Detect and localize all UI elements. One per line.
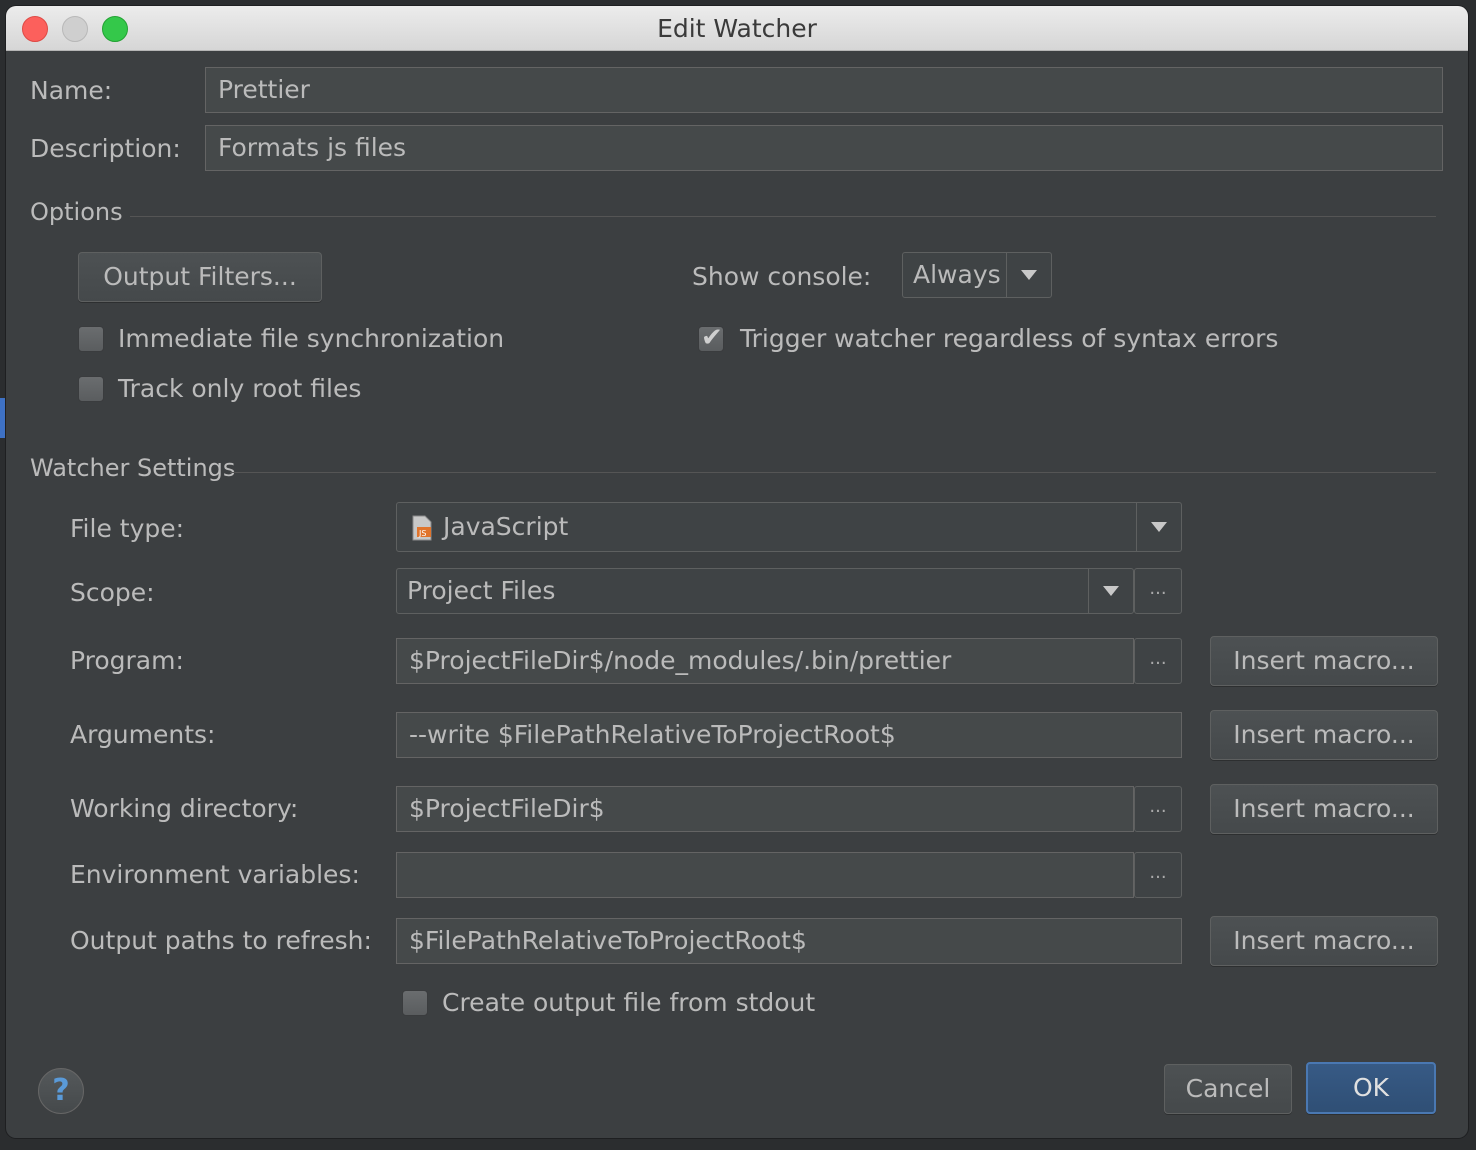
- show-console-value: Always: [913, 260, 1001, 289]
- svg-text:JS: JS: [418, 529, 426, 538]
- help-button[interactable]: ?: [38, 1068, 84, 1114]
- scope-label: Scope:: [70, 578, 155, 607]
- working-directory-insert-macro-button[interactable]: Insert macro...: [1210, 784, 1438, 834]
- show-console-label: Show console:: [692, 262, 872, 291]
- arguments-label: Arguments:: [70, 720, 216, 749]
- program-input[interactable]: $ProjectFileDir$/node_modules/.bin/prett…: [396, 638, 1134, 684]
- output-paths-input[interactable]: $FilePathRelativeToProjectRoot$: [396, 918, 1182, 964]
- track-root-label: Track only root files: [118, 374, 362, 403]
- create-output-label: Create output file from stdout: [442, 988, 816, 1017]
- track-root-checkbox[interactable]: [78, 376, 104, 402]
- scope-arrow[interactable]: [1088, 569, 1133, 613]
- name-input[interactable]: Prettier: [205, 67, 1443, 113]
- options-separator: [130, 216, 1436, 217]
- environment-variables-browse-button[interactable]: ...: [1134, 852, 1182, 898]
- arguments-input[interactable]: --write $FilePathRelativeToProjectRoot$: [396, 712, 1182, 758]
- file-type-dropdown[interactable]: JS JavaScript: [396, 502, 1182, 552]
- program-label: Program:: [70, 646, 184, 675]
- trigger-regardless-checkbox[interactable]: ✔: [698, 323, 724, 353]
- description-input[interactable]: Formats js files: [205, 125, 1443, 171]
- create-output-checkbox[interactable]: [402, 990, 428, 1016]
- working-directory-label: Working directory:: [70, 794, 299, 823]
- working-directory-input[interactable]: $ProjectFileDir$: [396, 786, 1134, 832]
- scope-browse-button[interactable]: ...: [1134, 568, 1182, 614]
- edit-watcher-dialog: Edit Watcher Name: Prettier Description:…: [6, 6, 1468, 1138]
- scope-dropdown[interactable]: Project Files: [396, 568, 1134, 614]
- immediate-sync-checkbox[interactable]: [78, 326, 104, 352]
- title-bar: Edit Watcher: [6, 6, 1468, 51]
- window-title: Edit Watcher: [657, 14, 817, 43]
- file-type-value: JavaScript: [443, 512, 569, 541]
- chevron-down-icon: [1103, 586, 1119, 596]
- options-section-label: Options: [30, 198, 123, 226]
- name-label: Name:: [30, 76, 113, 105]
- immediate-sync-label: Immediate file synchronization: [118, 324, 505, 353]
- ok-button[interactable]: OK: [1306, 1062, 1436, 1114]
- file-type-arrow[interactable]: [1136, 503, 1181, 551]
- file-type-value-wrap: JS JavaScript: [411, 512, 568, 541]
- chevron-down-icon: [1021, 270, 1037, 280]
- checkmark-icon: ✔: [701, 323, 723, 353]
- output-filters-label: Output Filters...: [103, 262, 297, 291]
- working-directory-browse-button[interactable]: ...: [1134, 786, 1182, 832]
- chevron-down-icon: [1151, 522, 1167, 532]
- js-file-icon: JS: [411, 515, 433, 541]
- trigger-regardless-label: Trigger watcher regardless of syntax err…: [740, 324, 1279, 353]
- question-mark-icon: ?: [52, 1073, 70, 1108]
- output-filters-button[interactable]: Output Filters...: [78, 252, 322, 302]
- watcher-settings-section-label: Watcher Settings: [30, 454, 236, 482]
- show-console-dropdown[interactable]: Always: [902, 252, 1052, 298]
- program-insert-macro-button[interactable]: Insert macro...: [1210, 636, 1438, 686]
- watcher-separator: [230, 472, 1436, 473]
- show-console-arrow[interactable]: [1006, 253, 1051, 297]
- environment-variables-label: Environment variables:: [70, 860, 360, 889]
- environment-variables-input[interactable]: [396, 852, 1134, 898]
- output-paths-insert-macro-button[interactable]: Insert macro...: [1210, 916, 1438, 966]
- file-type-label: File type:: [70, 514, 185, 543]
- description-label: Description:: [30, 134, 181, 163]
- arguments-insert-macro-button[interactable]: Insert macro...: [1210, 710, 1438, 760]
- output-paths-label: Output paths to refresh:: [70, 926, 372, 955]
- scope-value: Project Files: [407, 576, 556, 605]
- cancel-button[interactable]: Cancel: [1164, 1064, 1292, 1114]
- program-browse-button[interactable]: ...: [1134, 638, 1182, 684]
